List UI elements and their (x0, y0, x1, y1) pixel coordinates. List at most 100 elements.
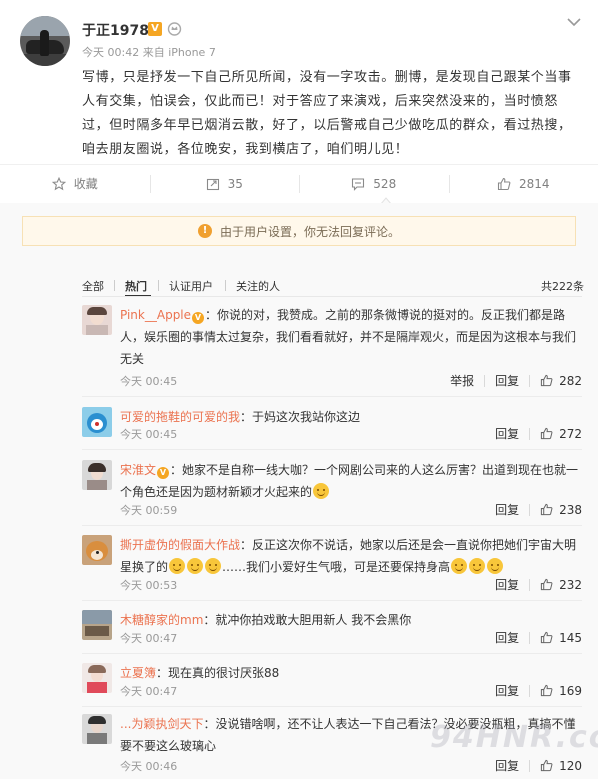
emoji-icon (313, 483, 330, 499)
filter-verified[interactable]: 认证用户 (169, 278, 213, 294)
comment-count: 528 (373, 176, 397, 191)
like-count: 2814 (518, 176, 550, 191)
comment-like-button[interactable]: 145 (540, 631, 582, 645)
commenter-name[interactable]: 宋淮文 (120, 463, 156, 477)
post-author-name[interactable]: 于正1978 (82, 20, 149, 40)
comment-filter-tabs: 全部 热门 认证用户 关注的人 共222条 (0, 273, 598, 297)
vip-badge-icon: V (148, 22, 162, 36)
member-crown-icon (167, 22, 182, 36)
comment-time: 今天 00:45 (120, 428, 178, 441)
like-button[interactable]: 2814 (448, 165, 598, 202)
thumb-up-icon (540, 684, 553, 697)
reply-button[interactable]: 回复 (495, 501, 519, 518)
comment-time: 今天 00:47 (120, 632, 178, 645)
comment-like-count: 232 (559, 577, 582, 592)
filter-following[interactable]: 关注的人 (236, 278, 280, 294)
thumb-up-icon (540, 374, 553, 387)
commenter-avatar[interactable] (82, 663, 112, 693)
comment-like-count: 145 (559, 630, 582, 645)
comment-like-count: 272 (559, 426, 582, 441)
comment-time: 今天 00:53 (120, 579, 178, 592)
commenter-avatar[interactable] (82, 305, 112, 335)
repost-button[interactable]: 35 (149, 165, 300, 202)
filter-hot[interactable]: 热门 (125, 278, 147, 294)
comment-like-count: 169 (559, 683, 582, 698)
comment-actions: 回复 272 (495, 425, 582, 442)
post-action-bar: 收藏 35 528 2814 (0, 164, 598, 202)
filter-all[interactable]: 全部 (82, 278, 104, 294)
post-body: 写博，只是抒发一下自己所见所闻，没有一字攻击。删博，是发现自己跟某个当事人有交集… (82, 70, 572, 157)
comment-button[interactable]: 528 (299, 165, 449, 202)
reply-button[interactable]: 回复 (495, 757, 519, 774)
comment-like-button[interactable]: 232 (540, 578, 582, 592)
vip-badge-icon: V (157, 467, 170, 479)
comment-actions: 举报 回复 282 (450, 372, 582, 389)
comment-like-count: 282 (559, 373, 582, 388)
post-meta: 今天 00:42 来自 iPhone 7 (82, 46, 216, 59)
commenter-name[interactable]: 木糖醇家的mm (120, 613, 203, 627)
comment-time: 今天 00:46 (120, 760, 178, 773)
reply-disabled-notice: ! 由于用户设置，你无法回复评论。 (22, 216, 576, 246)
comment-total: 共222条 (541, 280, 584, 293)
warning-icon: ! (197, 224, 212, 238)
thumb-up-icon (540, 759, 553, 772)
chevron-down-icon[interactable] (566, 16, 582, 28)
reply-button[interactable]: 回复 (495, 372, 519, 389)
comment-actions: 回复 120 (495, 757, 582, 774)
comment-like-count: 120 (559, 758, 582, 773)
commenter-avatar[interactable] (82, 610, 112, 640)
comment-like-count: 238 (559, 502, 582, 517)
comment-text: ：现在真的很讨厌张88 (156, 666, 280, 680)
comment-like-button[interactable]: 272 (540, 427, 582, 441)
comment-actions: 回复 238 (495, 501, 582, 518)
comment-text-cont: ……我们小爱好生气哦，可是还要保持身高 (222, 560, 451, 574)
post-author-avatar[interactable] (20, 16, 70, 66)
comment-time: 今天 00:47 (120, 685, 178, 698)
reply-button[interactable]: 回复 (495, 682, 519, 699)
emoji-icon (487, 558, 504, 574)
emoji-icon (187, 558, 204, 574)
comment-time: 今天 00:59 (120, 504, 178, 517)
comment-like-button[interactable]: 120 (540, 759, 582, 773)
thumb-up-icon (540, 503, 553, 516)
reply-button[interactable]: 回复 (495, 629, 519, 646)
favorite-button[interactable]: 收藏 (0, 165, 150, 202)
emoji-icon (205, 558, 222, 574)
comment-actions: 回复 145 (495, 629, 582, 646)
comment-like-button[interactable]: 238 (540, 503, 582, 517)
commenter-name[interactable]: 可爱的拖鞋的可爱的我 (120, 410, 240, 424)
comment-actions: 回复 169 (495, 682, 582, 699)
notice-text: 由于用户设置，你无法回复评论。 (219, 224, 400, 239)
comment-text: ：她家不是自称一线大咖？一个网剧公司来的人这么厉害？出道到现在也就一个角色还是因… (120, 463, 579, 499)
comment-actions: 回复 232 (495, 576, 582, 593)
commenter-name[interactable]: ...为颖执剑天下 (120, 717, 203, 731)
commenter-name[interactable]: Pink__Apple (120, 308, 191, 322)
emoji-icon (469, 558, 486, 574)
reply-button[interactable]: 回复 (495, 425, 519, 442)
commenter-name[interactable]: 立夏簿 (120, 666, 156, 680)
report-button[interactable]: 举报 (450, 372, 474, 389)
repost-icon (206, 178, 219, 190)
comment-like-button[interactable]: 282 (540, 374, 582, 388)
favorite-label: 收藏 (73, 177, 98, 191)
thumb-up-icon (540, 578, 553, 591)
star-icon (51, 176, 66, 190)
commenter-avatar[interactable] (82, 460, 112, 490)
comment-like-button[interactable]: 169 (540, 684, 582, 698)
commenter-avatar[interactable] (82, 714, 112, 744)
repost-count: 35 (227, 176, 243, 191)
commenter-avatar[interactable] (82, 535, 112, 565)
weibo-post-card: 于正1978 V 今天 00:42 来自 iPhone 7 写博，只是抒发一下自… (0, 0, 598, 779)
commenter-avatar[interactable] (82, 407, 112, 437)
thumb-up-icon (540, 427, 553, 440)
vip-badge-icon: V (192, 312, 205, 324)
comment-time: 今天 00:45 (120, 375, 178, 388)
commenter-name[interactable]: 撕开虚伪的假面大作战 (120, 538, 240, 552)
comment-icon (352, 177, 365, 191)
emoji-icon (169, 558, 186, 574)
reply-button[interactable]: 回复 (495, 576, 519, 593)
emoji-icon (451, 558, 468, 574)
comment-text: ：就冲你拍戏敢大胆用新人 我不会黑你 (203, 613, 412, 627)
thumb-up-icon (540, 631, 553, 644)
thumb-up-icon (497, 177, 511, 190)
